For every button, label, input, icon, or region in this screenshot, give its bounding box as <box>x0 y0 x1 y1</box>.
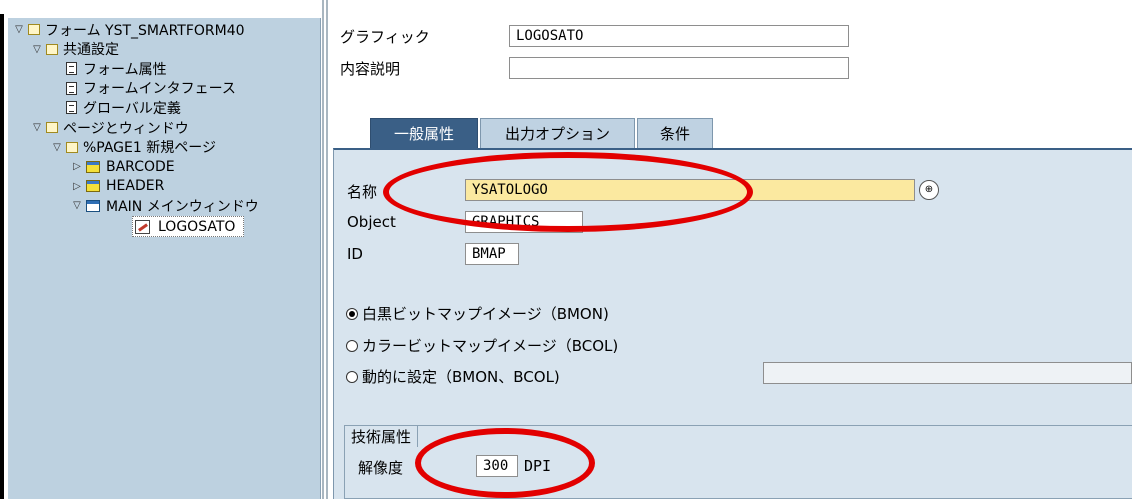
collapse-icon[interactable]: ▽ <box>50 142 64 153</box>
document-icon <box>66 101 77 115</box>
tree-node-label: BARCODE <box>106 158 175 175</box>
tree-node[interactable]: ▽ %PAGE1 新規ページ <box>50 138 216 157</box>
radio-unselected-icon[interactable] <box>346 339 358 352</box>
expand-icon[interactable]: ▷ <box>70 161 84 172</box>
tab-output-options[interactable]: 出力オプション <box>480 118 635 148</box>
folder-icon <box>46 43 58 55</box>
collapse-icon[interactable]: ▽ <box>12 24 26 35</box>
document-icon <box>66 62 77 76</box>
id-field: BMAP <box>465 243 519 265</box>
tree-node[interactable]: ▽ 共通設定 <box>30 40 119 59</box>
radio-color-bitmap[interactable]: カラービットマップイメージ（BCOL) <box>346 335 618 356</box>
tree-node[interactable]: フォームインタフェース <box>50 79 236 98</box>
tree-node-label: フォーム YST_SMARTFORM40 <box>45 22 245 39</box>
tree-node[interactable]: ▽ ページとウィンドウ <box>30 118 189 137</box>
tree-node-label: フォームインタフェース <box>83 81 236 98</box>
tree-node[interactable]: LOGOSATO <box>132 216 245 237</box>
window-left-border <box>0 14 4 499</box>
value-help-icon[interactable]: ⊕ <box>919 180 939 200</box>
description-field[interactable] <box>509 57 849 79</box>
expand-icon[interactable]: ▷ <box>70 181 84 192</box>
dynamic-setting-field[interactable] <box>763 362 1132 384</box>
collapse-icon[interactable]: ▽ <box>30 44 44 55</box>
window-icon <box>86 199 100 212</box>
graphic-icon <box>135 219 150 234</box>
document-icon <box>66 81 77 95</box>
tree-node[interactable]: ▷ BARCODE <box>70 157 175 176</box>
radio-bw-bitmap-label: 白黒ビットマップイメージ（BMON) <box>362 305 609 323</box>
tree-node-label: LOGOSATO <box>158 218 236 235</box>
collapse-icon[interactable]: ▽ <box>30 122 44 133</box>
folder-icon <box>28 24 40 35</box>
tree-node-label: グローバル定義 <box>83 100 181 117</box>
graphic-name-field[interactable]: LOGOSATO <box>509 25 849 47</box>
pane-splitter[interactable] <box>322 0 328 499</box>
folder-icon <box>46 122 58 133</box>
radio-dynamic[interactable]: 動的に設定（BMON、BCOL) <box>346 366 560 387</box>
tree-node-label: %PAGE1 新規ページ <box>83 140 216 157</box>
id-label: ID <box>347 245 363 263</box>
radio-unselected-icon[interactable] <box>346 370 358 383</box>
tree-node[interactable]: ▽ MAIN メインウィンドウ <box>70 196 259 215</box>
window-icon-yellow <box>86 160 100 173</box>
folder-icon <box>66 141 78 153</box>
tree-node[interactable]: グローバル定義 <box>50 98 181 117</box>
object-label: Object <box>347 213 396 231</box>
annotation-ellipse-resolution <box>415 428 595 498</box>
tree-node[interactable]: ▷ HEADER <box>70 177 164 196</box>
tab-conditions[interactable]: 条件 <box>637 118 713 148</box>
window-top-frame <box>0 0 1132 18</box>
form-tree-panel: ▽ フォーム YST_SMARTFORM40 ▽ 共通設定 フォーム属性 フォームインタフ… <box>8 18 321 499</box>
resolution-label: 解像度 <box>358 459 404 477</box>
name-label: 名称 <box>347 183 378 201</box>
tree-node-label: HEADER <box>106 178 165 195</box>
tree-node[interactable]: ▽ フォーム YST_SMARTFORM40 <box>12 20 245 39</box>
tree-node-label: ページとウィンドウ <box>63 120 189 137</box>
radio-dynamic-label: 動的に設定（BMON、BCOL) <box>362 368 560 386</box>
graphic-label: グラフィック <box>340 28 430 46</box>
window-icon-yellow <box>86 180 100 193</box>
radio-color-bitmap-label: カラービットマップイメージ（BCOL) <box>362 337 619 355</box>
annotation-ellipse-name <box>383 152 753 232</box>
technical-attributes-title: 技術属性 <box>344 425 419 447</box>
tree-node[interactable]: フォーム属性 <box>50 59 167 78</box>
tab-general-attributes[interactable]: 一般属性 <box>370 118 478 148</box>
collapse-icon[interactable]: ▽ <box>70 200 84 211</box>
tree-node-label: MAIN メインウィンドウ <box>106 198 259 215</box>
radio-bw-bitmap[interactable]: 白黒ビットマップイメージ（BMON) <box>346 303 609 324</box>
radio-selected-icon[interactable] <box>346 307 358 320</box>
tree-node-label: フォーム属性 <box>83 61 167 78</box>
description-label: 内容説明 <box>340 60 401 78</box>
tree-node-label: 共通設定 <box>63 42 119 59</box>
